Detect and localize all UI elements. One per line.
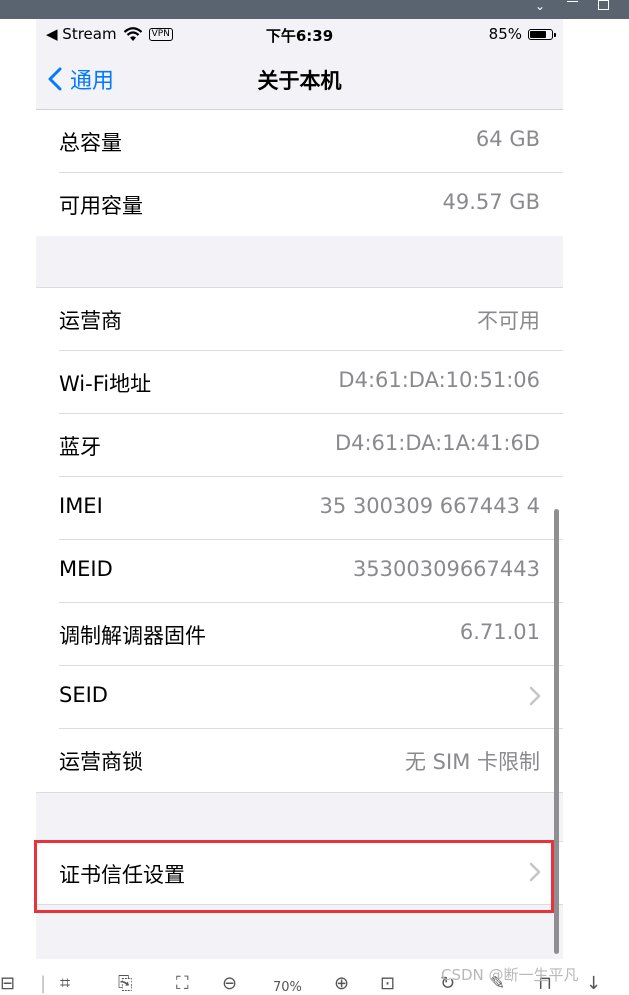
row-label: 蓝牙 bbox=[59, 435, 101, 459]
fullscreen-icon[interactable]: ⛶ bbox=[176, 975, 189, 993]
row-label: 调制解调器固件 bbox=[59, 624, 206, 648]
row-label: 总容量 bbox=[59, 131, 122, 155]
list-item-bluetooth: 蓝牙 D4:61:DA:1A:41:6D bbox=[36, 414, 563, 477]
row-label: 运营商 bbox=[59, 309, 122, 333]
toolbar-divider: | bbox=[40, 973, 47, 994]
chevron-down-icon[interactable]: ⌄ bbox=[535, 0, 545, 12]
row-label: Wi‑Fi地址 bbox=[59, 372, 152, 396]
fit-icon[interactable]: ⊟ bbox=[0, 975, 15, 993]
row-label: 运营商锁 bbox=[59, 750, 143, 774]
zoom-in-icon[interactable]: ⊕ bbox=[334, 975, 349, 993]
row-value: D4:61:DA:1A:41:6D bbox=[334, 431, 540, 455]
list-item-wifi-address: Wi‑Fi地址 D4:61:DA:10:51:06 bbox=[36, 351, 563, 414]
list-item-carrier-lock: 运营商锁 无 SIM 卡限制 bbox=[36, 729, 563, 792]
viewer-toolbar: ⊟ | ⌗ ⎘ ⛶ ⊖ 70% ⊕ ⊡ ↻ ✎ ⊓ ↓ CSDN @断一生平凡 bbox=[0, 959, 629, 995]
status-right: 85% bbox=[488, 25, 556, 43]
status-time: 下午6:39 bbox=[265, 27, 334, 45]
list-item-modem-firmware: 调制解调器固件 6.71.01 bbox=[36, 603, 563, 666]
row-value: 64 GB bbox=[475, 127, 540, 151]
row-value: 不可用 bbox=[477, 309, 540, 333]
list-item-available-capacity: 可用容量 49.57 GB bbox=[36, 173, 563, 236]
scrollbar[interactable] bbox=[554, 509, 559, 954]
list-item-imei: IMEI 35 300309 667443 4 bbox=[36, 477, 563, 540]
navigation-bar: 通用 关于本机 bbox=[36, 49, 563, 110]
list-item-carrier: 运营商 不可用 bbox=[36, 288, 563, 351]
battery-percent: 85% bbox=[488, 25, 522, 43]
row-value: 无 SIM 卡限制 bbox=[405, 750, 540, 774]
ocr-icon[interactable]: ⎘ bbox=[118, 975, 132, 993]
storage-group: 总容量 64 GB 可用容量 49.57 GB bbox=[36, 110, 563, 236]
watermark: CSDN @断一生平凡 bbox=[441, 966, 579, 984]
chevron-right-icon bbox=[529, 686, 541, 706]
zoom-out-icon[interactable]: ⊖ bbox=[222, 975, 237, 993]
list-item-meid: MEID 35300309667443 bbox=[36, 540, 563, 603]
row-label: SEID bbox=[59, 683, 108, 707]
list-item-seid[interactable]: SEID bbox=[36, 666, 563, 729]
actual-size-icon[interactable]: ⊡ bbox=[380, 975, 395, 993]
highlight-box bbox=[34, 840, 554, 913]
row-value: 6.71.01 bbox=[459, 620, 540, 644]
crop-icon[interactable]: ⌗ bbox=[60, 975, 70, 993]
row-value: 35300309667443 bbox=[352, 557, 540, 581]
maximize-icon[interactable] bbox=[598, 0, 609, 10]
download-icon[interactable]: ↓ bbox=[586, 975, 601, 993]
list-item-total-capacity: 总容量 64 GB bbox=[36, 110, 563, 173]
row-value: 35 300309 667443 4 bbox=[319, 494, 540, 518]
phone-screen: ◀ Stream VPN 下午6:39 85% 通用 关于本机 总容量 64 G… bbox=[36, 19, 563, 959]
row-label: 可用容量 bbox=[59, 194, 143, 218]
row-label: MEID bbox=[59, 557, 113, 581]
window-title-bar: ⌄ bbox=[0, 0, 629, 19]
status-bar: ◀ Stream VPN 下午6:39 85% bbox=[36, 19, 563, 49]
battery-icon bbox=[528, 28, 556, 40]
row-label: IMEI bbox=[59, 494, 103, 518]
page-title: 关于本机 bbox=[257, 69, 342, 93]
row-value: D4:61:DA:10:51:06 bbox=[338, 368, 540, 392]
row-value: 49.57 GB bbox=[442, 190, 540, 214]
minimize-icon[interactable] bbox=[567, 1, 578, 2]
details-group: 运营商 不可用 Wi‑Fi地址 D4:61:DA:10:51:06 蓝牙 D4:… bbox=[36, 287, 563, 793]
